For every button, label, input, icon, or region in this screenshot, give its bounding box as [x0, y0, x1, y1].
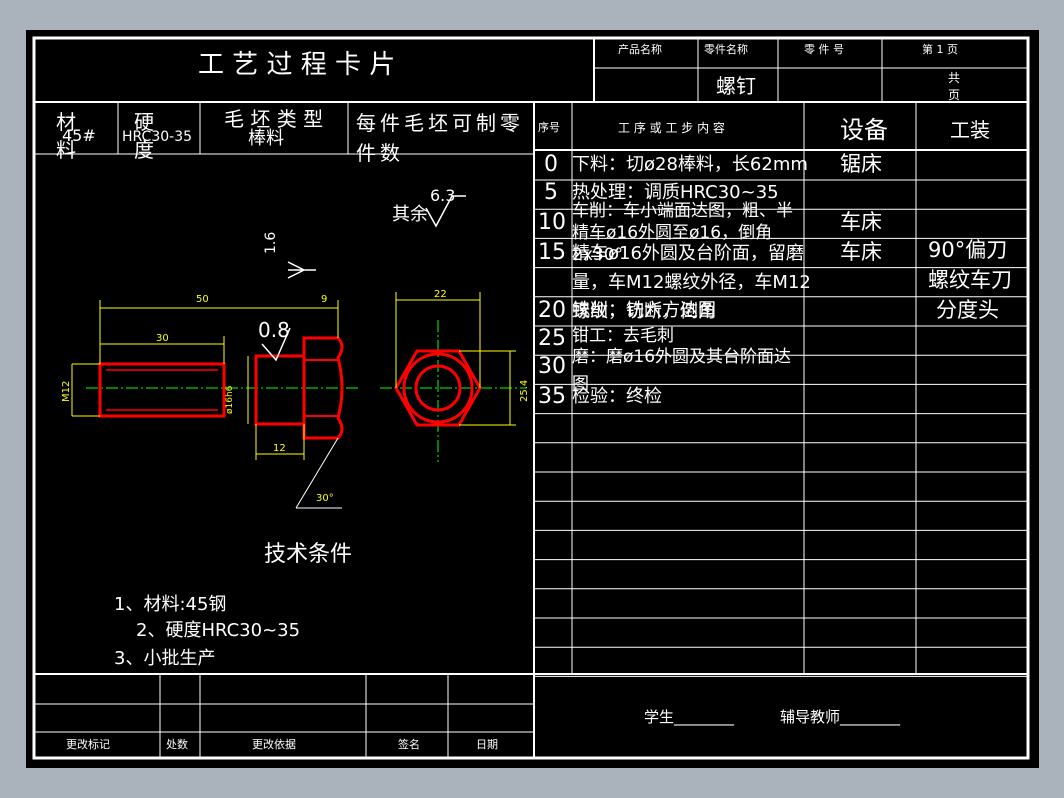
rev-label-mark: 更改标记: [66, 738, 110, 751]
tech-title: 技术条件: [264, 542, 353, 567]
part-no-label: 零 件 号: [804, 43, 844, 56]
row-equipment-0: 锯床: [840, 152, 882, 176]
rev-label-count: 处数: [166, 738, 188, 751]
header-content: 工 序 或 工 步 内 容: [618, 121, 725, 135]
dim-25-4: 25.4: [519, 379, 530, 402]
header-tooling: 工装: [950, 118, 990, 142]
dim-30: 30: [156, 333, 169, 344]
hardness-value: HRC30-35: [122, 129, 193, 145]
roughness-general-prefix: 其余: [392, 204, 428, 225]
row-tooling-4: 螺纹车刀: [928, 268, 1012, 292]
roughness-general-value: 6.3: [430, 186, 456, 205]
dim-22: 22: [434, 289, 447, 300]
roughness-a-value: 1.6: [263, 231, 279, 254]
row-no-2: 10: [538, 210, 566, 235]
material-value: 45#: [62, 126, 96, 145]
per-blank-label: 每件毛坯可制零件数: [356, 111, 524, 165]
row-content-6: 钳工：去毛刺: [572, 326, 674, 346]
row-content-0: 下料：切ø28棒料，长62mm: [572, 154, 808, 175]
part-name-label: 零件名称: [704, 43, 748, 56]
row-tooling-5: 分度头: [936, 298, 999, 322]
row-no-6: 25: [538, 326, 566, 351]
dim-12: 12: [273, 443, 286, 454]
blank-type-label: 毛 坯 类 型: [224, 107, 324, 131]
rev-label-basis: 更改依据: [252, 738, 296, 751]
row-no-5: 20: [538, 298, 566, 323]
roughness-b-value: 0.8: [258, 318, 290, 342]
roughness-a-symbol: [287, 261, 316, 279]
header-seq: 序号: [538, 121, 560, 134]
collar: [254, 354, 306, 426]
header-equipment: 设备: [840, 116, 888, 144]
part-name-value: 螺钉: [716, 74, 756, 98]
tech-item-2: 2、硬度HRC30~35: [136, 620, 301, 641]
dim-30deg: 30°: [316, 493, 334, 504]
row-tooling-3: 90°偏刀: [928, 238, 1008, 262]
row-no-7: 30: [538, 354, 566, 379]
student-label: 学生________: [644, 708, 735, 726]
dim-d16: ø16h6: [225, 385, 235, 414]
dim-9: 9: [321, 294, 328, 305]
product-name-label: 产品名称: [618, 43, 662, 56]
tech-item-1: 1、材料:45钢: [114, 594, 227, 615]
row-content-5: 铣削：铣六方达图: [572, 300, 716, 321]
total-pages-label: 共 页: [948, 71, 961, 102]
row-no-0: 0: [544, 152, 558, 177]
page-label: 第 1 页: [922, 43, 958, 56]
blank-type-value: 棒料: [248, 128, 284, 149]
row-no-8: 35: [538, 384, 566, 409]
teacher-label: 辅导教师________: [780, 708, 901, 726]
rev-label-sign: 签名: [398, 738, 420, 751]
thread-shank: [98, 362, 226, 418]
tech-item-3: 3、小批生产: [114, 648, 216, 669]
dim-m12: M12: [61, 380, 72, 402]
row-content-8: 检验：终检: [572, 386, 662, 407]
row-equipment-2: 车床: [840, 210, 882, 234]
dim-50: 50: [196, 294, 209, 305]
rev-label-date: 日期: [476, 738, 498, 751]
row-equipment-3: 车床: [840, 240, 882, 264]
row-no-3: 15: [538, 240, 566, 265]
drawing-sheet: 工 艺 过 程 卡 片 产品名称 零件名称 零 件 号 第 1 页 螺钉 共 页…: [26, 30, 1039, 768]
row-no-1: 5: [544, 180, 558, 205]
card-title: 工 艺 过 程 卡 片: [198, 50, 396, 80]
